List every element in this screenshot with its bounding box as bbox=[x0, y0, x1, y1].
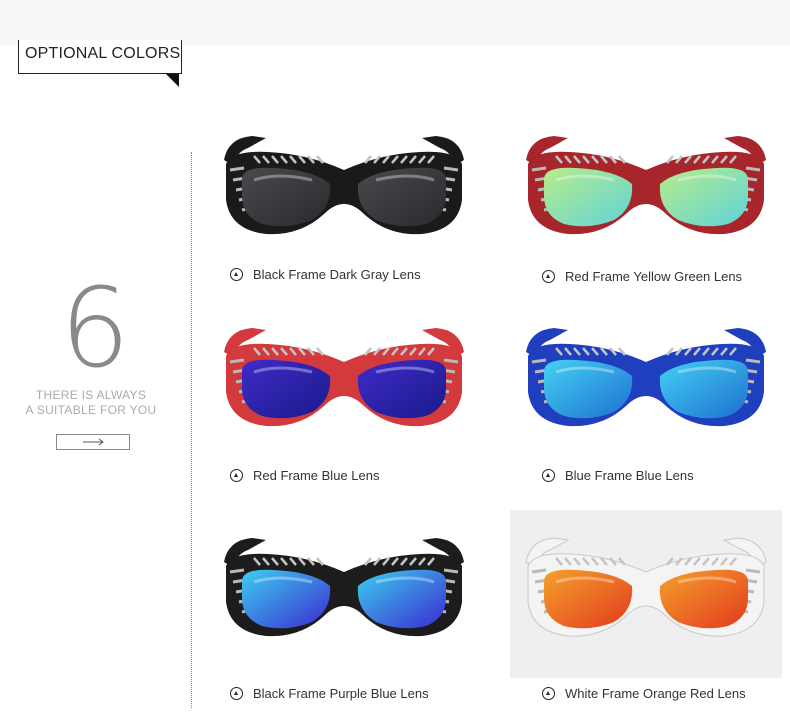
caret-up-circle-icon bbox=[542, 269, 555, 283]
sunglasses-illustration bbox=[224, 136, 464, 235]
caption-text: White Frame Orange Red Lens bbox=[565, 685, 746, 701]
caption-text: Black Frame Purple Blue Lens bbox=[253, 685, 429, 701]
product-caption: Red Frame Yellow Green Lens bbox=[542, 267, 742, 285]
product-image-black-purple-blue bbox=[208, 510, 480, 678]
tagline-line-2: A SUITABLE FOR YOU bbox=[25, 403, 157, 417]
product-caption: White Frame Orange Red Lens bbox=[542, 684, 746, 702]
sunglasses-illustration bbox=[525, 537, 767, 637]
product-image-black-dark-gray bbox=[208, 108, 480, 276]
product-image-blue-blue bbox=[510, 300, 782, 468]
sunglasses-illustration bbox=[224, 538, 464, 637]
caret-up-circle-icon bbox=[542, 468, 555, 482]
product-image-red-blue bbox=[208, 300, 480, 468]
caret-up-circle-icon bbox=[542, 686, 555, 700]
next-arrow-button[interactable] bbox=[56, 434, 130, 450]
caption-text: Blue Frame Blue Lens bbox=[565, 467, 694, 483]
sunglasses-illustration bbox=[526, 328, 766, 427]
caption-text: Black Frame Dark Gray Lens bbox=[253, 266, 421, 282]
caret-up-circle-icon bbox=[230, 468, 243, 482]
sunglasses-illustration bbox=[224, 328, 464, 427]
product-image-white-orange-red bbox=[510, 510, 782, 678]
product-caption: Black Frame Dark Gray Lens bbox=[230, 265, 421, 283]
vertical-divider bbox=[191, 152, 192, 708]
caption-text: Red Frame Blue Lens bbox=[253, 467, 380, 483]
arrow-right-icon bbox=[83, 438, 104, 446]
caret-up-circle-icon bbox=[230, 267, 243, 281]
caption-text: Red Frame Yellow Green Lens bbox=[565, 268, 743, 284]
section-heading: OPTIONAL COLORS bbox=[18, 40, 182, 74]
product-caption: Red Frame Blue Lens bbox=[230, 466, 379, 484]
heading-corner-triangle bbox=[166, 74, 179, 87]
color-count-number: 6 bbox=[60, 264, 130, 392]
tagline-line-1: THERE IS ALWAYS bbox=[35, 388, 147, 402]
product-caption: Black Frame Purple Blue Lens bbox=[230, 684, 429, 702]
section-heading-text: OPTIONAL COLORS bbox=[25, 45, 181, 62]
product-image-red-yellow-green bbox=[510, 108, 782, 276]
product-caption: Blue Frame Blue Lens bbox=[542, 466, 694, 484]
caret-up-circle-icon bbox=[230, 686, 243, 700]
sunglasses-illustration bbox=[526, 136, 766, 235]
